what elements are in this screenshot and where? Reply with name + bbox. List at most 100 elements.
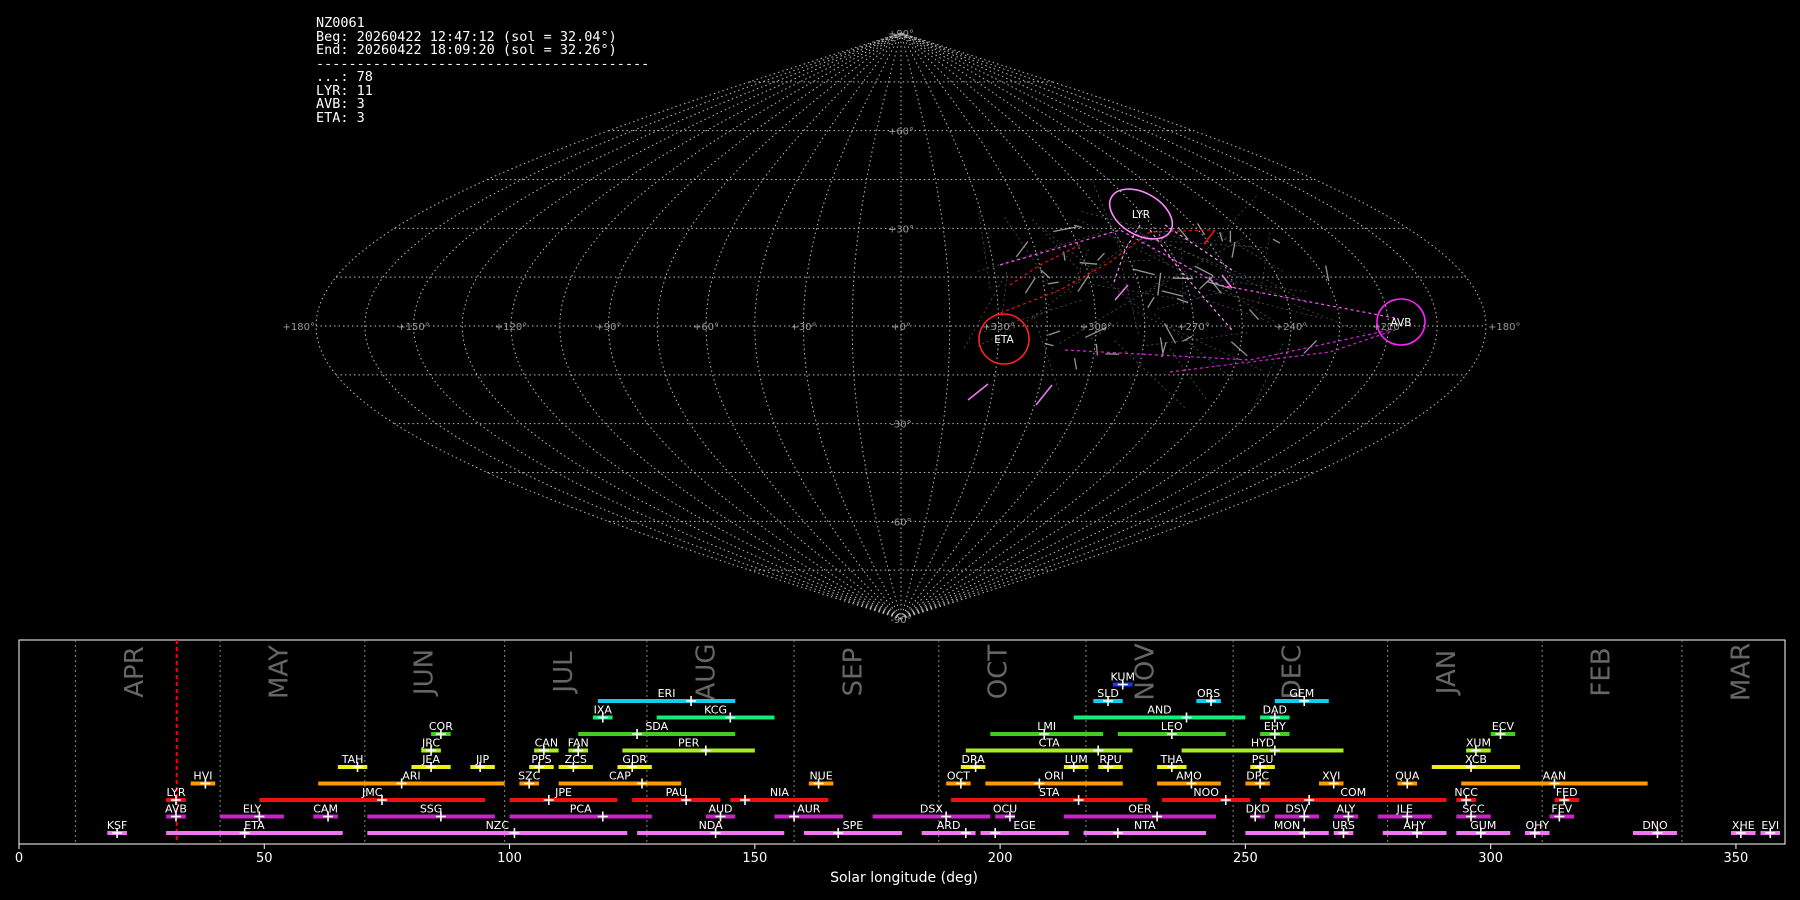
shower-label-nta: NTA	[1134, 819, 1156, 832]
shower-label-cam: CAM	[313, 803, 338, 816]
shower-label-ncc: NCC	[1454, 786, 1478, 799]
meridian-line	[412, 32, 902, 620]
shower-label-dno: DNO	[1642, 819, 1668, 832]
longitude-label: +90°	[595, 322, 621, 333]
meteor-trail-track	[1033, 316, 1060, 392]
shower-meteor-trail	[1064, 329, 1391, 361]
shower-label-avb: AVB	[165, 803, 187, 816]
shower-label-cta: CTA	[1039, 737, 1061, 750]
month-label-oct: OCT	[983, 645, 1013, 700]
shower-label-and: AND	[1147, 704, 1171, 717]
meteor-trail-track	[1249, 343, 1284, 416]
latitude-label: +60°	[888, 127, 914, 138]
shower-label-leo: LEO	[1161, 720, 1183, 733]
longitude-label: +240°	[1275, 322, 1307, 333]
meteor-trail-track	[1137, 218, 1144, 249]
shower-label-cor: COR	[429, 720, 453, 733]
latitude-label: -60°	[890, 517, 911, 528]
x-tick-label: 150	[742, 851, 767, 866]
shower-label-oct: OCT	[947, 770, 970, 783]
shower-label-sta: STA	[1039, 786, 1060, 799]
shower-label-kum: KUM	[1111, 671, 1135, 684]
shower-meteor-trail	[999, 229, 1396, 319]
shower-label-ocu: OCU	[993, 803, 1017, 816]
shower-bars: KSF ETA NZC NDA SPE ARD EGE NTA MON URS AHY GUM OHY D…	[107, 671, 1781, 838]
shower-label-lum: LUM	[1065, 753, 1088, 766]
meteor-trail	[1325, 265, 1330, 282]
shower-label-dad: DAD	[1263, 704, 1287, 717]
shower-label-jrc: JRC	[421, 737, 440, 750]
shower-label-ssg: SSG	[420, 803, 443, 816]
longitude-label: +270°	[1177, 322, 1209, 333]
meteor-trail	[1147, 296, 1155, 309]
longitude-label: +300°	[1080, 322, 1112, 333]
month-label-jan: JAN	[1432, 650, 1462, 696]
shower-label-amo: AMO	[1176, 770, 1202, 783]
meteor-trail	[1196, 223, 1206, 236]
shower-meteor-trail	[1149, 229, 1233, 331]
meteor-trail-track	[1044, 230, 1142, 310]
shower-label-psu: PSU	[1252, 753, 1274, 766]
x-axis-label: Solar longitude (deg)	[830, 870, 978, 886]
shower-label-com: COM	[1340, 786, 1366, 799]
shower-label-ard: ARD	[937, 819, 961, 832]
shower-label-tah: TAH	[341, 753, 364, 766]
shower-label-ixa: IXA	[594, 704, 613, 717]
x-tick-label: 250	[1233, 851, 1258, 866]
meteor-trail-track	[1208, 289, 1323, 319]
longitude-label: +60°	[693, 322, 719, 333]
meteor-trail-track	[1168, 243, 1286, 299]
shower-label-dra: DRA	[962, 753, 986, 766]
longitude-label: +0°	[891, 322, 911, 333]
shower-label-ege: EGE	[1013, 819, 1035, 832]
month-label-nov: NOV	[1130, 643, 1160, 700]
shower-label-dsx: DSX	[920, 803, 943, 816]
meteor-trail-track	[1057, 280, 1165, 345]
shower-label-can: CAN	[535, 737, 558, 750]
latitude-label: +90°	[888, 29, 914, 40]
shower-label-spe: SPE	[843, 819, 864, 832]
meteor-trail-track	[1140, 232, 1253, 297]
meteor-trail	[967, 383, 989, 401]
shower-label-lmi: LMI	[1037, 720, 1056, 733]
shower-label-eta: ETA	[244, 819, 265, 832]
shower-label-ely: ELY	[243, 803, 262, 816]
shower-label-aud: AUD	[708, 803, 732, 816]
shower-label-kcg: KCG	[704, 704, 727, 717]
shower-label-ecv: ECV	[1492, 720, 1515, 733]
longitude-label: +30°	[790, 322, 816, 333]
shower-label-scc: SCC	[1462, 803, 1485, 816]
meteor-trail	[1035, 384, 1053, 406]
shower-label-nzc: NZC	[486, 819, 510, 832]
meteor-trail-track	[1068, 280, 1174, 299]
month-label-jul: JUL	[549, 651, 579, 695]
meteor-trail-track	[1260, 276, 1308, 304]
meteor-trail-track	[1155, 282, 1263, 320]
meteor-trail-track	[1092, 181, 1124, 257]
meteor-trail	[1073, 357, 1078, 370]
longitude-label: +150°	[397, 322, 429, 333]
meteor-trail	[1132, 268, 1155, 276]
shower-label-eri: ERI	[658, 687, 676, 700]
shower-label-dsv: DSV	[1285, 803, 1308, 816]
shower-label-sld: SLD	[1097, 687, 1119, 700]
meteor-trail	[1272, 238, 1281, 244]
shower-label-gum: GUM	[1470, 819, 1496, 832]
shower-label-ehy: EHY	[1264, 720, 1286, 733]
shower-label-aan: AAN	[1543, 770, 1567, 783]
shower-label-xum: XUM	[1466, 737, 1491, 750]
shower-label-nia: NIA	[770, 786, 789, 799]
shower-label-mon: MON	[1274, 819, 1300, 832]
x-tick-label: 300	[1478, 851, 1503, 866]
meteor-trail	[1097, 252, 1105, 261]
month-label-aug: AUG	[691, 644, 721, 701]
x-tick-label: 0	[15, 851, 23, 866]
longitude-label: +120°	[495, 322, 527, 333]
meteor-trail	[1095, 343, 1099, 356]
longitude-label: +180°	[283, 322, 315, 333]
radiant-sky-map: +180° +150° +120° +90° +60° +30° +0° +330° +300°…	[283, 29, 1521, 626]
shower-label-xcb: XCB	[1465, 753, 1487, 766]
shower-label-ahy: AHY	[1403, 819, 1426, 832]
shower-label-per: PER	[678, 737, 700, 750]
x-tick-label: 350	[1724, 851, 1749, 866]
